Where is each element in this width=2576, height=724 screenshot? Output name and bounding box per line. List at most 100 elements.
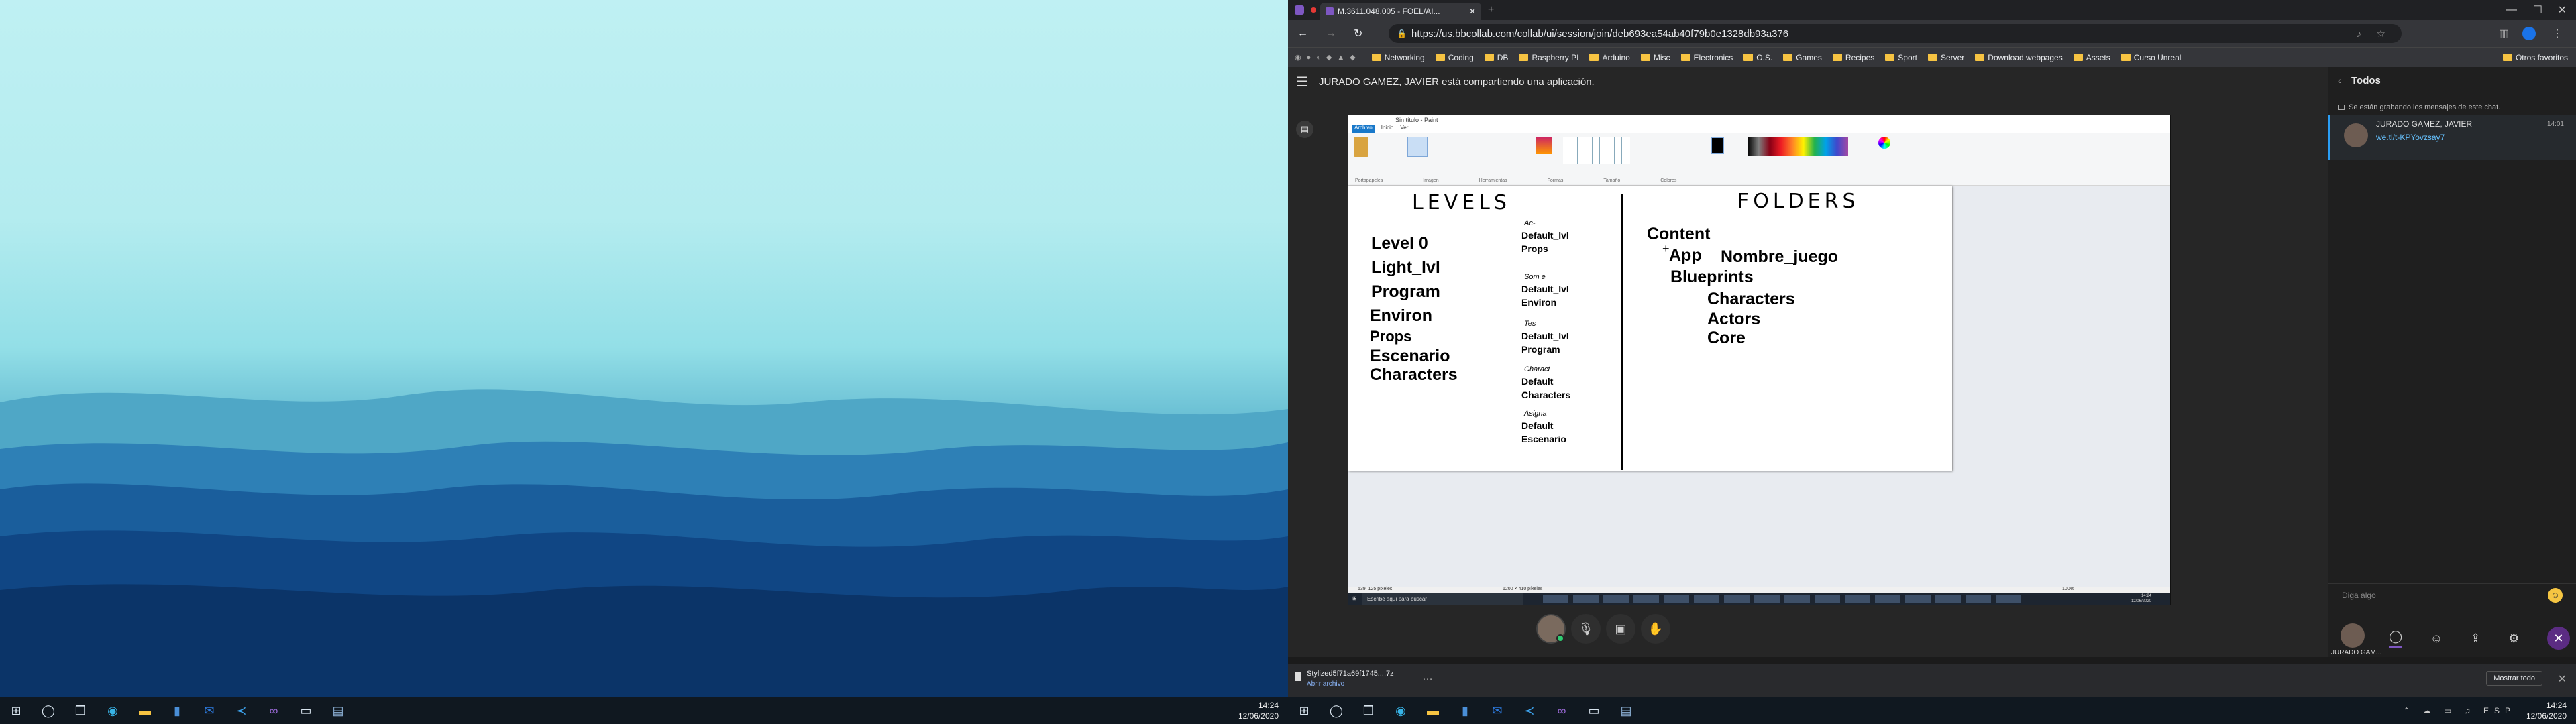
shared-content-icon[interactable]: ▤ xyxy=(1296,121,1313,138)
paint-menu-item[interactable]: Ver xyxy=(1400,125,1408,133)
download-filename[interactable]: Stylized5f71a69f1745....7z xyxy=(1307,670,1394,678)
bookmark-icons-strip[interactable]: ◉●◐◆▲◆ xyxy=(1295,53,1361,62)
terminal-icon[interactable]: ▭ xyxy=(290,697,322,724)
paint-menu-item[interactable]: Archivo xyxy=(1352,125,1375,133)
shared-clock[interactable]: 14:24 12/06/2020 xyxy=(2131,593,2151,604)
download-menu-icon[interactable]: … xyxy=(1422,671,1433,683)
word-document-icon[interactable]: ▮ xyxy=(161,697,193,724)
search-icon[interactable]: ◯ xyxy=(32,697,64,724)
color1-swatch[interactable] xyxy=(1711,137,1724,154)
outlook-icon[interactable]: ✉ xyxy=(1481,697,1513,724)
task-view-icon[interactable]: ❐ xyxy=(64,697,97,724)
bookmark-folder[interactable]: Games xyxy=(1778,53,1827,62)
new-tab-button[interactable]: + xyxy=(1488,4,1494,16)
back-icon[interactable]: ← xyxy=(1297,27,1308,40)
settings-gear-icon[interactable]: ⚙ xyxy=(2508,631,2519,646)
url-text: https://us.bbcollab.com/collab/ui/sessio… xyxy=(1411,27,1789,40)
chat-input[interactable]: Diga algo ☺ xyxy=(2328,583,2576,607)
visual-studio-code-icon[interactable]: ≺ xyxy=(225,697,258,724)
edit-colors-icon[interactable] xyxy=(1878,137,1890,149)
word-document-icon[interactable]: ▮ xyxy=(1449,697,1481,724)
camera-off-button[interactable]: ▣ xyxy=(1606,614,1635,644)
message-link[interactable]: we.tl/t-KPYovzsay7 xyxy=(2376,133,2445,142)
download-open-link[interactable]: Abrir archivo xyxy=(1307,680,1344,688)
reload-icon[interactable]: ↻ xyxy=(1354,27,1362,40)
bookmark-folder[interactable]: Networking xyxy=(1366,53,1430,62)
right-clock[interactable]: 14:24 12/06/2020 xyxy=(2526,700,2567,721)
shared-apps-strip[interactable] xyxy=(1543,595,2026,603)
tab-title: M.3611.048.005 - FOEL/AI... xyxy=(1338,7,1440,16)
bookmark-folder[interactable]: Curso Unreal xyxy=(2116,53,2187,62)
bookmark-folder[interactable]: Misc xyxy=(1635,53,1676,62)
edge-browser-icon[interactable]: ◉ xyxy=(97,697,129,724)
emoji-icon[interactable]: ☺ xyxy=(2548,588,2563,603)
participants-tab-icon[interactable]: ☺ xyxy=(2430,631,2443,646)
bookmark-folder[interactable]: Server xyxy=(1923,53,1970,62)
download-close-icon[interactable]: ✕ xyxy=(2558,672,2567,686)
window-icon[interactable]: ▤ xyxy=(322,697,354,724)
maximize-icon[interactable]: ☐ xyxy=(2533,3,2542,17)
bookmark-folder[interactable]: Electronics xyxy=(1676,53,1739,62)
show-all-button[interactable]: Mostrar todo xyxy=(2486,671,2542,686)
bookmark-folder[interactable]: Coding xyxy=(1430,53,1479,62)
task-view-icon[interactable]: ❐ xyxy=(1352,697,1385,724)
window-icon[interactable]: ▤ xyxy=(1610,697,1642,724)
hamburger-menu-icon[interactable]: ☰ xyxy=(1296,74,1308,90)
close-panel-button[interactable]: ✕ xyxy=(2546,627,2570,650)
visual-studio-icon[interactable]: ∞ xyxy=(1546,697,1578,724)
star-icon[interactable]: ☆ xyxy=(2377,27,2385,40)
menu-dots-icon[interactable]: ⋮ xyxy=(2552,27,2563,40)
profile-icon[interactable] xyxy=(2522,27,2536,40)
status-canvas-size: 1200 × 410 píxeles xyxy=(1503,587,1543,591)
paint-canvas[interactable]: LEVELS FOLDERS Level 0 Light_lvl Program En… xyxy=(1348,186,1952,471)
address-bar[interactable]: 🔒 https://us.bbcollab.com/collab/ui/sess… xyxy=(1389,24,2402,43)
paste-button[interactable] xyxy=(1354,137,1368,157)
select-button[interactable] xyxy=(1407,137,1428,157)
tab-close-icon[interactable]: ✕ xyxy=(1469,7,1476,16)
bookmark-folder[interactable]: Assets xyxy=(2068,53,2116,62)
other-bookmarks[interactable]: Otros favoritos xyxy=(2498,53,2573,62)
visual-studio-icon[interactable]: ∞ xyxy=(258,697,290,724)
level-item: Props xyxy=(1370,328,1412,345)
forward-icon[interactable]: → xyxy=(1326,27,1336,40)
active-tab[interactable]: M.3611.048.005 - FOEL/AI... ✕ xyxy=(1320,3,1481,20)
outlook-icon[interactable]: ✉ xyxy=(193,697,225,724)
chat-tab-icon[interactable]: ◯ xyxy=(2389,629,2403,648)
terminal-icon[interactable]: ▭ xyxy=(1578,697,1610,724)
file-explorer-icon[interactable]: ▬ xyxy=(129,697,161,724)
bookmark-folder[interactable]: O.S. xyxy=(1738,53,1778,62)
bookmark-folder[interactable]: Download webpages xyxy=(1970,53,2068,62)
close-window-icon[interactable]: ✕ xyxy=(2558,3,2567,17)
recording-notice-text: Se están grabando los mensajes de este c… xyxy=(2349,103,2501,111)
windows-start-icon[interactable]: ⊞ xyxy=(0,697,32,724)
paint-ribbon: Portapapeles Imagen Herramientas Formas Tama… xyxy=(1348,133,2170,186)
mute-audio-button[interactable]: 🎙 xyxy=(1571,614,1601,644)
paint-menu-item[interactable]: Inicio xyxy=(1381,125,1394,133)
minimize-icon[interactable]: — xyxy=(2506,4,2517,16)
share-content-tab-icon[interactable]: ⇪ xyxy=(2471,631,2481,646)
system-tray[interactable]: ⌃ ☁ ▭ ♫ ESP xyxy=(2403,706,2516,715)
color-palette[interactable] xyxy=(1748,137,1848,156)
bookmark-folder[interactable]: Recipes xyxy=(1827,53,1880,62)
brushes-icon[interactable] xyxy=(1536,137,1552,154)
bookmark-folder[interactable]: Arduino xyxy=(1584,53,1635,62)
presenter-tile[interactable]: JURADO GAM... xyxy=(2328,622,2382,657)
file-explorer-icon[interactable]: ▬ xyxy=(1417,697,1449,724)
bookmark-folder[interactable]: Raspberry PI xyxy=(1513,53,1584,62)
chat-back-icon[interactable]: ‹ xyxy=(2338,75,2341,86)
extension-icon[interactable]: ▥ xyxy=(2499,27,2509,40)
edge-browser-icon[interactable]: ◉ xyxy=(1385,697,1417,724)
raise-hand-button[interactable]: ✋ xyxy=(1641,614,1670,644)
left-clock[interactable]: 14:24 12/06/2020 xyxy=(1238,700,1279,721)
windows-start-icon[interactable]: ⊞ xyxy=(1288,697,1320,724)
workspace-icon[interactable] xyxy=(1295,5,1304,15)
shared-search-box[interactable]: Escribe aquí para buscar xyxy=(1362,593,1523,605)
shapes-gallery[interactable] xyxy=(1563,137,1630,164)
visual-studio-code-icon[interactable]: ≺ xyxy=(1513,697,1546,724)
bookmark-folder[interactable]: DB xyxy=(1479,53,1514,62)
shared-start-icon[interactable]: ⊞ xyxy=(1352,595,1357,601)
search-icon[interactable]: ◯ xyxy=(1320,697,1352,724)
mic-icon[interactable]: ♪ xyxy=(2357,28,2362,40)
own-avatar[interactable] xyxy=(1536,614,1566,644)
bookmark-folder[interactable]: Sport xyxy=(1880,53,1923,62)
